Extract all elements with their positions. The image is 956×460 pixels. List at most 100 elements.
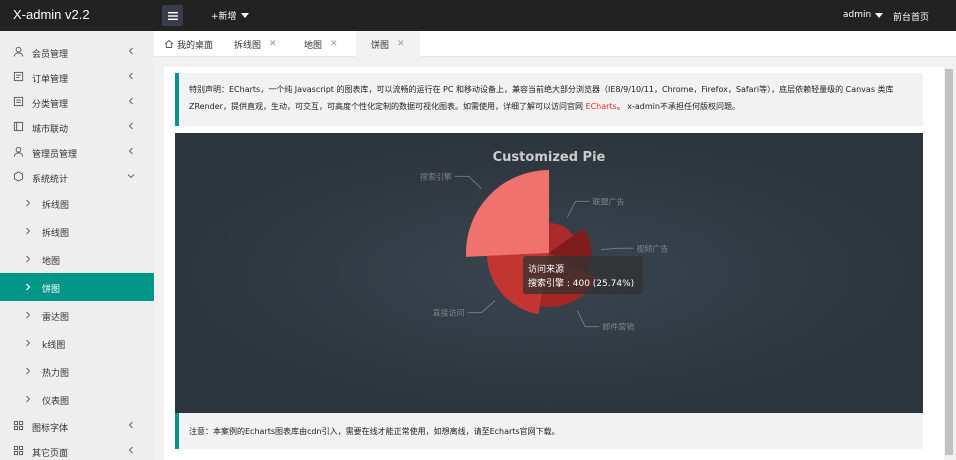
stats-icon	[12, 170, 24, 182]
sidebar-item-label: 城市联动	[32, 125, 69, 135]
chart-title: Customized Pie	[493, 150, 606, 165]
chevron-right-icon	[26, 395, 31, 403]
sidebar-item-label: 系统统计	[32, 175, 69, 185]
sidebar-subitem-radar-chart[interactable]: 雷达图	[0, 301, 154, 329]
echarts-link[interactable]: ECharts	[586, 102, 617, 111]
sidebar-item-label: 管理员管理	[32, 150, 78, 160]
sidebar-item-orders[interactable]: 订单管理	[0, 64, 154, 89]
sidebar-subitem-label: k线图	[42, 341, 66, 351]
notice-text-end: 。 x-admin不承担任何版权问题。	[616, 102, 740, 111]
chevron-right-icon	[26, 311, 31, 319]
app-logo[interactable]: X-admin v2.2	[13, 7, 90, 22]
sidebar-subitem-label: 拆线图	[42, 201, 70, 211]
caret-down-icon	[875, 12, 884, 18]
scrollbar-thumb[interactable]	[945, 69, 953, 455]
main-content: 特别声明：ECharts，一个纯 Javascript 的图表库，可以流畅的运行…	[164, 67, 944, 460]
chevron-left-icon	[128, 147, 133, 155]
chevron-left-icon	[128, 47, 133, 55]
chart-tooltip: 访问来源 搜索引擎 : 400 (25.74%)	[523, 256, 643, 294]
sidebar-subitem-line-chart[interactable]: 拆线图	[0, 189, 154, 217]
sidebar-subitem-label: 雷达图	[42, 313, 70, 323]
tab-line-chart[interactable]: 拆线图 ✕	[234, 31, 277, 57]
sidebar-item-label: 会员管理	[32, 50, 69, 60]
user-name: admin	[843, 10, 872, 20]
close-icon[interactable]: ✕	[330, 39, 338, 49]
sidebar-item-city[interactable]: 城市联动	[0, 114, 154, 139]
pie-chart: Customized Pie 联盟广告视频广告邮件营销 直接访问 搜索引擎 访问来源…	[175, 133, 923, 413]
chevron-left-icon	[128, 72, 133, 80]
tab-label: 地图	[304, 40, 323, 51]
tab-map[interactable]: 地图 ✕	[304, 31, 338, 57]
chevron-right-icon	[26, 339, 31, 347]
sidebar-subitem-label: 拆线图	[42, 229, 70, 239]
chevron-down-icon	[127, 174, 135, 179]
tab-label: 饼图	[371, 40, 390, 51]
hamburger-icon	[167, 11, 178, 20]
admin-icon	[12, 145, 24, 157]
order-icon	[12, 70, 24, 82]
slice-label: 搜索引擎	[420, 171, 452, 181]
sidebar-item-categories[interactable]: 分类管理	[0, 89, 154, 114]
tab-pie-chart[interactable]: 饼图 ✕	[356, 31, 420, 57]
sidebar-item-members[interactable]: 会员管理	[0, 39, 154, 64]
close-icon[interactable]: ✕	[269, 39, 277, 49]
sidebar-item-label: 分类管理	[32, 100, 69, 110]
sidebar: 会员管理 订单管理 分类管理 城市联动 管理员管理 系统统计 拆线图 拆线图 地…	[0, 31, 154, 460]
tab-label: 拆线图	[234, 40, 262, 51]
sidebar-item-icon-fonts[interactable]: 图标字体	[0, 413, 154, 438]
user-icon	[12, 45, 24, 57]
grid-icon	[12, 444, 24, 456]
chevron-left-icon	[128, 122, 133, 130]
sidebar-subitem-k-chart[interactable]: k线图	[0, 329, 154, 357]
chevron-left-icon	[128, 446, 133, 454]
chevron-left-icon	[128, 421, 133, 429]
front-home-link[interactable]: 前台首页	[893, 10, 929, 23]
tab-bar: 我的桌面 拆线图 ✕ 地图 ✕ 饼图 ✕	[154, 31, 956, 57]
sidebar-subitem-label: 地图	[42, 257, 61, 267]
sidebar-item-admins[interactable]: 管理员管理	[0, 139, 154, 164]
chevron-right-icon	[26, 367, 31, 375]
vertical-scrollbar[interactable]	[944, 67, 954, 460]
sidebar-subitem-label: 仪表图	[42, 397, 70, 407]
pie-chart-panel: Customized Pie 联盟广告视频广告邮件营销 直接访问 搜索引擎 访问来源…	[175, 133, 923, 413]
chevron-right-icon	[26, 199, 31, 207]
notice-box: 特别声明：ECharts，一个纯 Javascript 的图表库，可以流畅的运行…	[175, 73, 923, 126]
tooltip-text: 搜索引擎 : 400 (25.74%)	[528, 277, 634, 289]
add-new-label: +新增	[211, 12, 237, 22]
sidebar-subitem-label: 饼图	[42, 285, 61, 295]
tooltip-title: 访问来源	[528, 263, 564, 275]
sidebar-item-label: 订单管理	[32, 75, 69, 85]
sidebar-item-statistics[interactable]: 系统统计	[0, 164, 154, 189]
home-icon	[164, 39, 174, 48]
sidebar-item-label: 图标字体	[32, 424, 69, 434]
slice-label: 邮件营销	[602, 322, 634, 332]
add-new-menu[interactable]: +新增	[211, 9, 249, 22]
cdn-notice: 注意：本案例的Echarts图表库由cdn引入，需要在线才能正常使用，如想离线，…	[175, 413, 923, 449]
sidebar-subitem-pie-chart[interactable]: 饼图	[0, 273, 154, 301]
user-menu[interactable]: admin	[843, 10, 884, 20]
grid-icon	[12, 419, 24, 431]
sidebar-item-label: 其它页面	[32, 449, 69, 459]
tab-label: 我的桌面	[177, 40, 214, 51]
close-icon[interactable]: ✕	[397, 39, 405, 49]
sidebar-subitem-heatmap[interactable]: 热力图	[0, 357, 154, 385]
category-icon	[12, 95, 24, 107]
sidebar-item-other-pages[interactable]: 其它页面	[0, 438, 154, 460]
sidebar-subitem-line-chart-2[interactable]: 拆线图	[0, 217, 154, 245]
sidebar-subitem-map[interactable]: 地图	[0, 245, 154, 273]
chevron-right-icon	[26, 227, 31, 235]
chevron-left-icon	[128, 97, 133, 105]
sidebar-subitem-label: 热力图	[42, 369, 70, 379]
caret-down-icon	[240, 13, 249, 18]
top-header: X-admin v2.2 +新增 admin 前台首页	[0, 0, 956, 31]
chevron-right-icon	[26, 255, 31, 263]
slice-label: 联盟广告	[593, 196, 625, 206]
menu-toggle-button[interactable]	[162, 5, 183, 26]
tab-my-desktop[interactable]: 我的桌面	[164, 31, 213, 57]
notice-text: 特别声明：ECharts，一个纯 Javascript 的图表库，可以流畅的运行…	[189, 85, 894, 111]
slice-label: 直接访问	[432, 308, 464, 318]
slice-label: 视频广告	[636, 243, 668, 253]
chevron-right-icon	[26, 283, 31, 291]
sidebar-subitem-gauge[interactable]: 仪表图	[0, 385, 154, 413]
city-icon	[12, 120, 24, 132]
